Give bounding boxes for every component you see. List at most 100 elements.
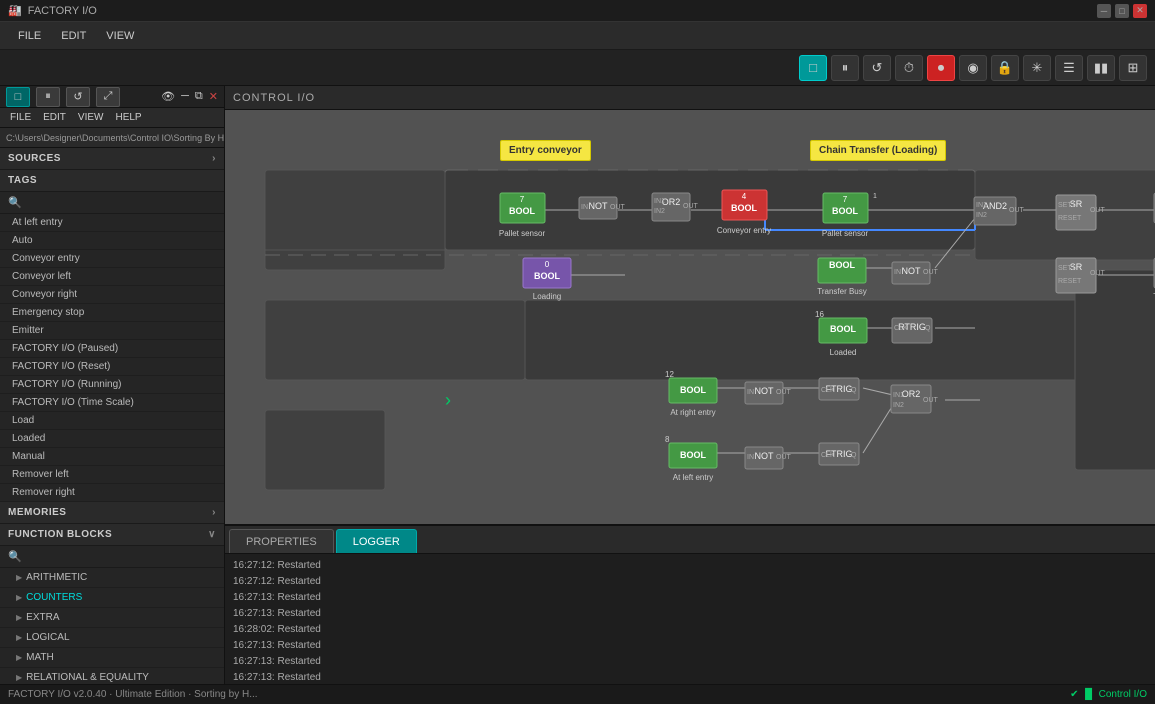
fb-math[interactable]: ▶MATH	[0, 648, 224, 668]
tag-conveyor-right[interactable]: Conveyor right	[0, 286, 224, 304]
toolbar-square-button[interactable]: □	[799, 55, 827, 81]
minimize-button[interactable]: ─	[1097, 4, 1111, 18]
status-right: ✔ ▐▌ Control I/O	[1070, 689, 1147, 700]
toolbar-menu-button[interactable]: ☰	[1055, 55, 1083, 81]
log-entry: 16:27:13: Restarted	[233, 590, 1147, 606]
svg-text:NOT: NOT	[589, 201, 609, 211]
tag-emergency-stop[interactable]: Emergency stop	[0, 304, 224, 322]
control-io-float-icon[interactable]: ⧉	[195, 90, 203, 103]
control-io-expand-btn[interactable]: ⤢	[96, 87, 120, 107]
fb-logical[interactable]: ▶LOGICAL	[0, 628, 224, 648]
log-entry: 16:27:12: Restarted	[233, 558, 1147, 574]
svg-text:IN1: IN1	[976, 202, 987, 209]
tag-factory-running[interactable]: FACTORY I/O (Running)	[0, 376, 224, 394]
tag-factory-paused[interactable]: FACTORY I/O (Paused)	[0, 340, 224, 358]
cio-menu-file[interactable]: FILE	[4, 110, 37, 125]
title-bar: 🏭 FACTORY I/O ─ □ ✕	[0, 0, 1155, 22]
tag-at-left-entry[interactable]: At left entry	[0, 214, 224, 232]
fb-counters[interactable]: ▶COUNTERS	[0, 588, 224, 608]
memories-arrow-icon: ›	[212, 507, 216, 518]
sources-section[interactable]: SOURCES ›	[0, 148, 224, 170]
toolbar-pause-button[interactable]: ⏸	[831, 55, 859, 81]
control-io-square-btn[interactable]: □	[6, 87, 30, 107]
tag-remover-right[interactable]: Remover right	[0, 484, 224, 502]
control-io-menubar: FILE EDIT VIEW HELP	[0, 108, 224, 128]
cio-menu-edit[interactable]: EDIT	[37, 110, 72, 125]
menu-file[interactable]: FILE	[8, 26, 51, 46]
svg-text:IN2: IN2	[654, 208, 665, 215]
svg-text:OUT: OUT	[1090, 270, 1106, 277]
tag-remover-left[interactable]: Remover left	[0, 466, 224, 484]
fb-relational[interactable]: ▶RELATIONAL & EQUALITY	[0, 668, 224, 684]
svg-text:At right entry: At right entry	[670, 408, 715, 417]
control-io-close-icon[interactable]: ✕	[209, 90, 218, 103]
fb-search-input[interactable]	[26, 551, 216, 562]
tag-factory-reset[interactable]: FACTORY I/O (Reset)	[0, 358, 224, 376]
toolbar-lock-button[interactable]: 🔒	[991, 55, 1019, 81]
menu-edit[interactable]: EDIT	[51, 26, 96, 46]
toolbar-asterisk-button[interactable]: ✳	[1023, 55, 1051, 81]
control-io-refresh-btn[interactable]: ↺	[66, 87, 90, 107]
svg-text:7: 7	[520, 195, 525, 204]
window-controls[interactable]: ─ □ ✕	[1097, 4, 1147, 18]
toolbar-wifi-button[interactable]: ◉	[959, 55, 987, 81]
svg-text:OUT: OUT	[1090, 207, 1106, 214]
function-blocks-arrow-icon: ∨	[208, 529, 216, 540]
tag-conveyor-entry[interactable]: Conveyor entry	[0, 250, 224, 268]
control-io-title-bar: CONTROL I/O	[225, 86, 1155, 110]
toolbar-grid-button[interactable]: ⊞	[1119, 55, 1147, 81]
svg-text:7: 7	[843, 195, 848, 204]
tag-factory-timescale[interactable]: FACTORY I/O (Time Scale)	[0, 394, 224, 412]
tag-auto[interactable]: Auto	[0, 232, 224, 250]
svg-text:NOT: NOT	[902, 266, 922, 276]
tags-section[interactable]: TAGS	[0, 170, 224, 192]
svg-text:Pallet sensor: Pallet sensor	[822, 229, 869, 238]
control-io-eye-icon[interactable]: 👁	[161, 90, 175, 103]
tag-load[interactable]: Load	[0, 412, 224, 430]
tag-emitter[interactable]: Emitter	[0, 322, 224, 340]
control-io-pause-btn[interactable]: ⏸	[36, 87, 60, 107]
svg-text:OUT: OUT	[776, 389, 792, 396]
tag-conveyor-left[interactable]: Conveyor left	[0, 268, 224, 286]
control-io-min-icon[interactable]: ─	[181, 90, 189, 103]
tag-loaded[interactable]: Loaded	[0, 430, 224, 448]
log-entry: 16:27:13: Restarted	[233, 606, 1147, 622]
cio-menu-help[interactable]: HELP	[109, 110, 147, 125]
toolbar-clock-button[interactable]: ⏱	[895, 55, 923, 81]
close-button[interactable]: ✕	[1133, 4, 1147, 18]
toolbar-right: □ ⏸ ↺ ⏱ ⏺ ◉ 🔒 ✳ ☰ ▮▮ ⊞	[799, 55, 1147, 81]
tag-search-input[interactable]	[26, 197, 216, 208]
toolbar-reset-button[interactable]: ↺	[863, 55, 891, 81]
tag-manual[interactable]: Manual	[0, 448, 224, 466]
svg-text:CLK: CLK	[821, 387, 835, 394]
svg-text:IN2: IN2	[893, 402, 904, 409]
left-arrow-indicator: ›	[445, 390, 451, 411]
svg-text:OUT: OUT	[923, 269, 939, 276]
maximize-button[interactable]: □	[1115, 4, 1129, 18]
tags-list: At left entry Auto Conveyor entry Convey…	[0, 214, 224, 502]
svg-text:At left entry: At left entry	[673, 473, 713, 482]
toolbar-bars-button[interactable]: ▮▮	[1087, 55, 1115, 81]
tab-logger[interactable]: LOGGER	[336, 529, 417, 553]
canvas-content[interactable]: Entry conveyor Chain Transfer (Loading)	[225, 110, 1155, 524]
tag-search-icon: 🔍	[8, 196, 22, 209]
memories-section[interactable]: MEMORIES ›	[0, 502, 224, 524]
status-left-text: FACTORY I/O v2.0.40 · Ultimate Edition ·…	[8, 689, 258, 700]
canvas-area[interactable]: CONTROL I/O	[225, 86, 1155, 684]
toolbar-record-button[interactable]: ⏺	[927, 55, 955, 81]
sticky-entry-conveyor: Entry conveyor	[500, 140, 591, 161]
tab-properties[interactable]: PROPERTIES	[229, 529, 334, 553]
sidebar: □ ⏸ ↺ ⤢ 👁 ─ ⧉ ✕ FILE EDIT VIEW HELP C:\U…	[0, 86, 225, 684]
cio-menu-view[interactable]: VIEW	[72, 110, 110, 125]
file-path: C:\Users\Designer\Documents\Control IO\S…	[0, 128, 224, 148]
svg-text:IN: IN	[747, 389, 754, 396]
svg-text:SET1: SET1	[1058, 202, 1076, 209]
svg-text:BOOL: BOOL	[731, 203, 758, 213]
svg-text:4: 4	[742, 192, 747, 201]
function-blocks-section[interactable]: FUNCTION BLOCKS ∨	[0, 524, 224, 546]
fb-extra[interactable]: ▶EXTRA	[0, 608, 224, 628]
svg-text:RESET: RESET	[1058, 215, 1082, 222]
fb-arithmetic[interactable]: ▶ARITHMETIC	[0, 568, 224, 588]
menu-view[interactable]: VIEW	[96, 26, 144, 46]
sources-arrow-icon: ›	[212, 153, 216, 164]
